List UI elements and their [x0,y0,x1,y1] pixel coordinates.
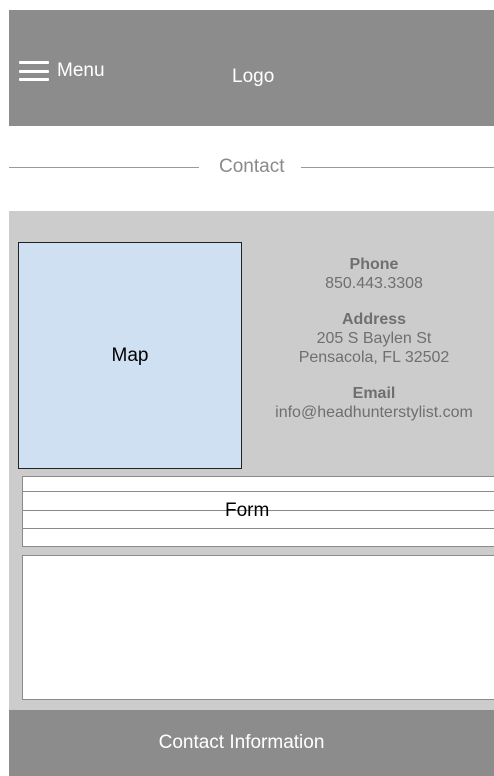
menu-label[interactable]: Menu [57,60,105,82]
footer-bar: Contact Information [9,710,494,776]
map-label: Map [111,344,149,366]
contact-info: Phone 850.443.3308 Address 205 S Baylen … [259,255,489,439]
address-group: Address 205 S Baylen St Pensacola, FL 32… [259,310,489,367]
phone-value[interactable]: 850.443.3308 [259,274,489,293]
address-line1: 205 S Baylen St [316,330,432,347]
footer-label[interactable]: Contact Information [159,732,325,754]
form-line [23,491,494,492]
divider-line-left [9,167,199,168]
section-divider: Contact [9,150,494,184]
address-line2: Pensacola, FL 32502 [298,349,450,366]
phone-heading: Phone [349,256,399,273]
form-label: Form [225,500,270,521]
hamburger-icon[interactable] [19,61,49,81]
map-placeholder[interactable]: Map [18,242,242,469]
form-line [23,528,494,529]
message-textarea[interactable] [22,555,494,700]
header-bar: Menu Logo [9,10,494,126]
section-title: Contact [219,156,285,177]
contact-panel: Map Phone 850.443.3308 Address 205 S Bay… [9,211,494,710]
email-heading: Email [352,385,396,402]
logo[interactable]: Logo [232,66,274,88]
phone-group: Phone 850.443.3308 [259,255,489,293]
email-group: Email info@headhunterstylist.com [259,384,489,422]
menu-button[interactable]: Menu [19,56,105,86]
form-placeholder[interactable]: Form [22,476,494,547]
email-value[interactable]: info@headhunterstylist.com [259,403,489,422]
divider-line-right [301,167,494,168]
address-heading: Address [341,311,407,328]
